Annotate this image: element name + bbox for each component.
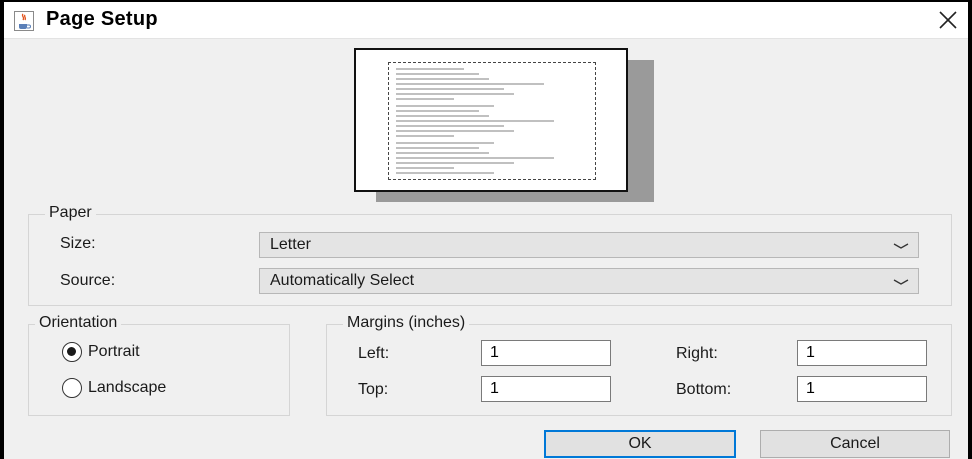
orientation-group: Orientation [28,314,290,416]
left-margin-input[interactable]: 1 [481,340,611,366]
landscape-radio[interactable]: Landscape [62,378,166,398]
landscape-label: Landscape [88,379,167,396]
margins-group: Margins (inches) [326,314,952,416]
close-icon[interactable] [934,6,962,34]
paper-legend: Paper [45,204,96,222]
paper-size-select[interactable]: Letter [259,232,919,258]
portrait-label: Portrait [88,343,140,360]
page-setup-dialog: Page Setup Paper Size: Letter Source: Au… [4,2,968,459]
left-margin-label: Left: [358,345,390,362]
source-label: Source: [60,272,116,289]
preview-sample-text [396,68,554,174]
radio-selected-icon [62,342,82,362]
chevron-down-icon [893,243,909,249]
top-margin-input[interactable]: 1 [481,376,611,402]
top-margin-label: Top: [358,381,389,398]
cancel-button[interactable]: Cancel [760,430,950,458]
title-bar[interactable]: Page Setup [4,2,968,39]
orientation-legend: Orientation [35,314,122,332]
window-title: Page Setup [46,8,158,30]
right-margin-input[interactable]: 1 [797,340,927,366]
java-cup-icon [14,11,34,31]
paper-size-value: Letter [270,236,311,253]
right-margin-label: Right: [676,345,718,362]
chevron-down-icon [893,279,909,285]
paper-source-select[interactable]: Automatically Select [259,268,919,294]
radio-unselected-icon [62,378,82,398]
paper-source-value: Automatically Select [270,272,415,289]
bottom-margin-input[interactable]: 1 [797,376,927,402]
portrait-radio[interactable]: Portrait [62,342,140,362]
margins-legend: Margins (inches) [343,314,470,332]
page-preview [354,48,628,192]
size-label: Size: [60,235,96,252]
ok-button[interactable]: OK [544,430,736,458]
bottom-margin-label: Bottom: [676,381,732,398]
